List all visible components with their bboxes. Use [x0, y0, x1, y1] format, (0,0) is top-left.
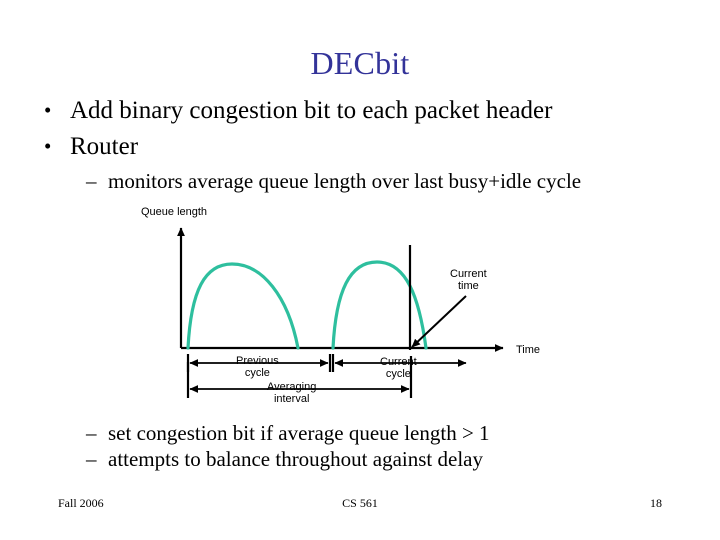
y-axis-label: Queue length: [141, 206, 208, 218]
previous-cycle-label: Previous cycle: [236, 355, 279, 379]
averaging-interval-label-line1: Averaging: [267, 381, 317, 393]
sub-bullet-text: attempts to balance throughout against d…: [108, 447, 483, 471]
sub-bullet-marker: –: [86, 421, 97, 445]
averaging-interval-label: Averaging interval: [267, 381, 316, 405]
sub-bullet-text: set congestion bit if average queue leng…: [108, 421, 490, 445]
averaging-interval-label-line2: interval: [273, 393, 310, 405]
queue-curve-current-cycle: [331, 260, 428, 350]
current-time-leader-arrow: [411, 295, 467, 348]
sub-bullet-marker: –: [86, 169, 97, 193]
slide: DECbit • Add binary congestion bit to eac…: [0, 0, 720, 540]
current-cycle-label-line2: cycle: [385, 368, 411, 380]
sub-bullet-text: monitors average queue length over last …: [108, 169, 582, 193]
bullet-item-1: • Add binary congestion bit to each packe…: [44, 94, 552, 127]
previous-cycle-label-line2: cycle: [244, 367, 270, 379]
current-time-label-line2: time: [457, 280, 479, 292]
bullet-marker: •: [44, 134, 52, 158]
current-time-label: Current time: [450, 268, 487, 292]
page-title: DECbit: [310, 45, 410, 81]
sub-bullet-marker: –: [86, 447, 97, 471]
current-cycle-label: Current cycle: [380, 356, 417, 380]
current-cycle-label-line1: Current: [380, 356, 417, 368]
previous-cycle-label-line1: Previous: [236, 355, 279, 367]
current-time-label-line1: Current: [450, 268, 487, 280]
bullet-item-2: • Router: [44, 130, 138, 163]
bullet-marker: •: [44, 98, 52, 122]
bullet-text: Router: [70, 133, 139, 160]
sub-bullet-item-3: – attempts to balance throughout against …: [86, 445, 483, 473]
bullet-text: Add binary congestion bit to each packet…: [70, 97, 553, 124]
x-axis-label: Time: [516, 344, 541, 356]
queue-curve-previous-cycle: [186, 262, 300, 350]
sub-bullet-item-2: – set congestion bit if average queue len…: [86, 419, 490, 447]
footer-page-number: 18: [650, 496, 662, 510]
sub-bullet-item-1: – monitors average queue length over last…: [86, 167, 581, 195]
